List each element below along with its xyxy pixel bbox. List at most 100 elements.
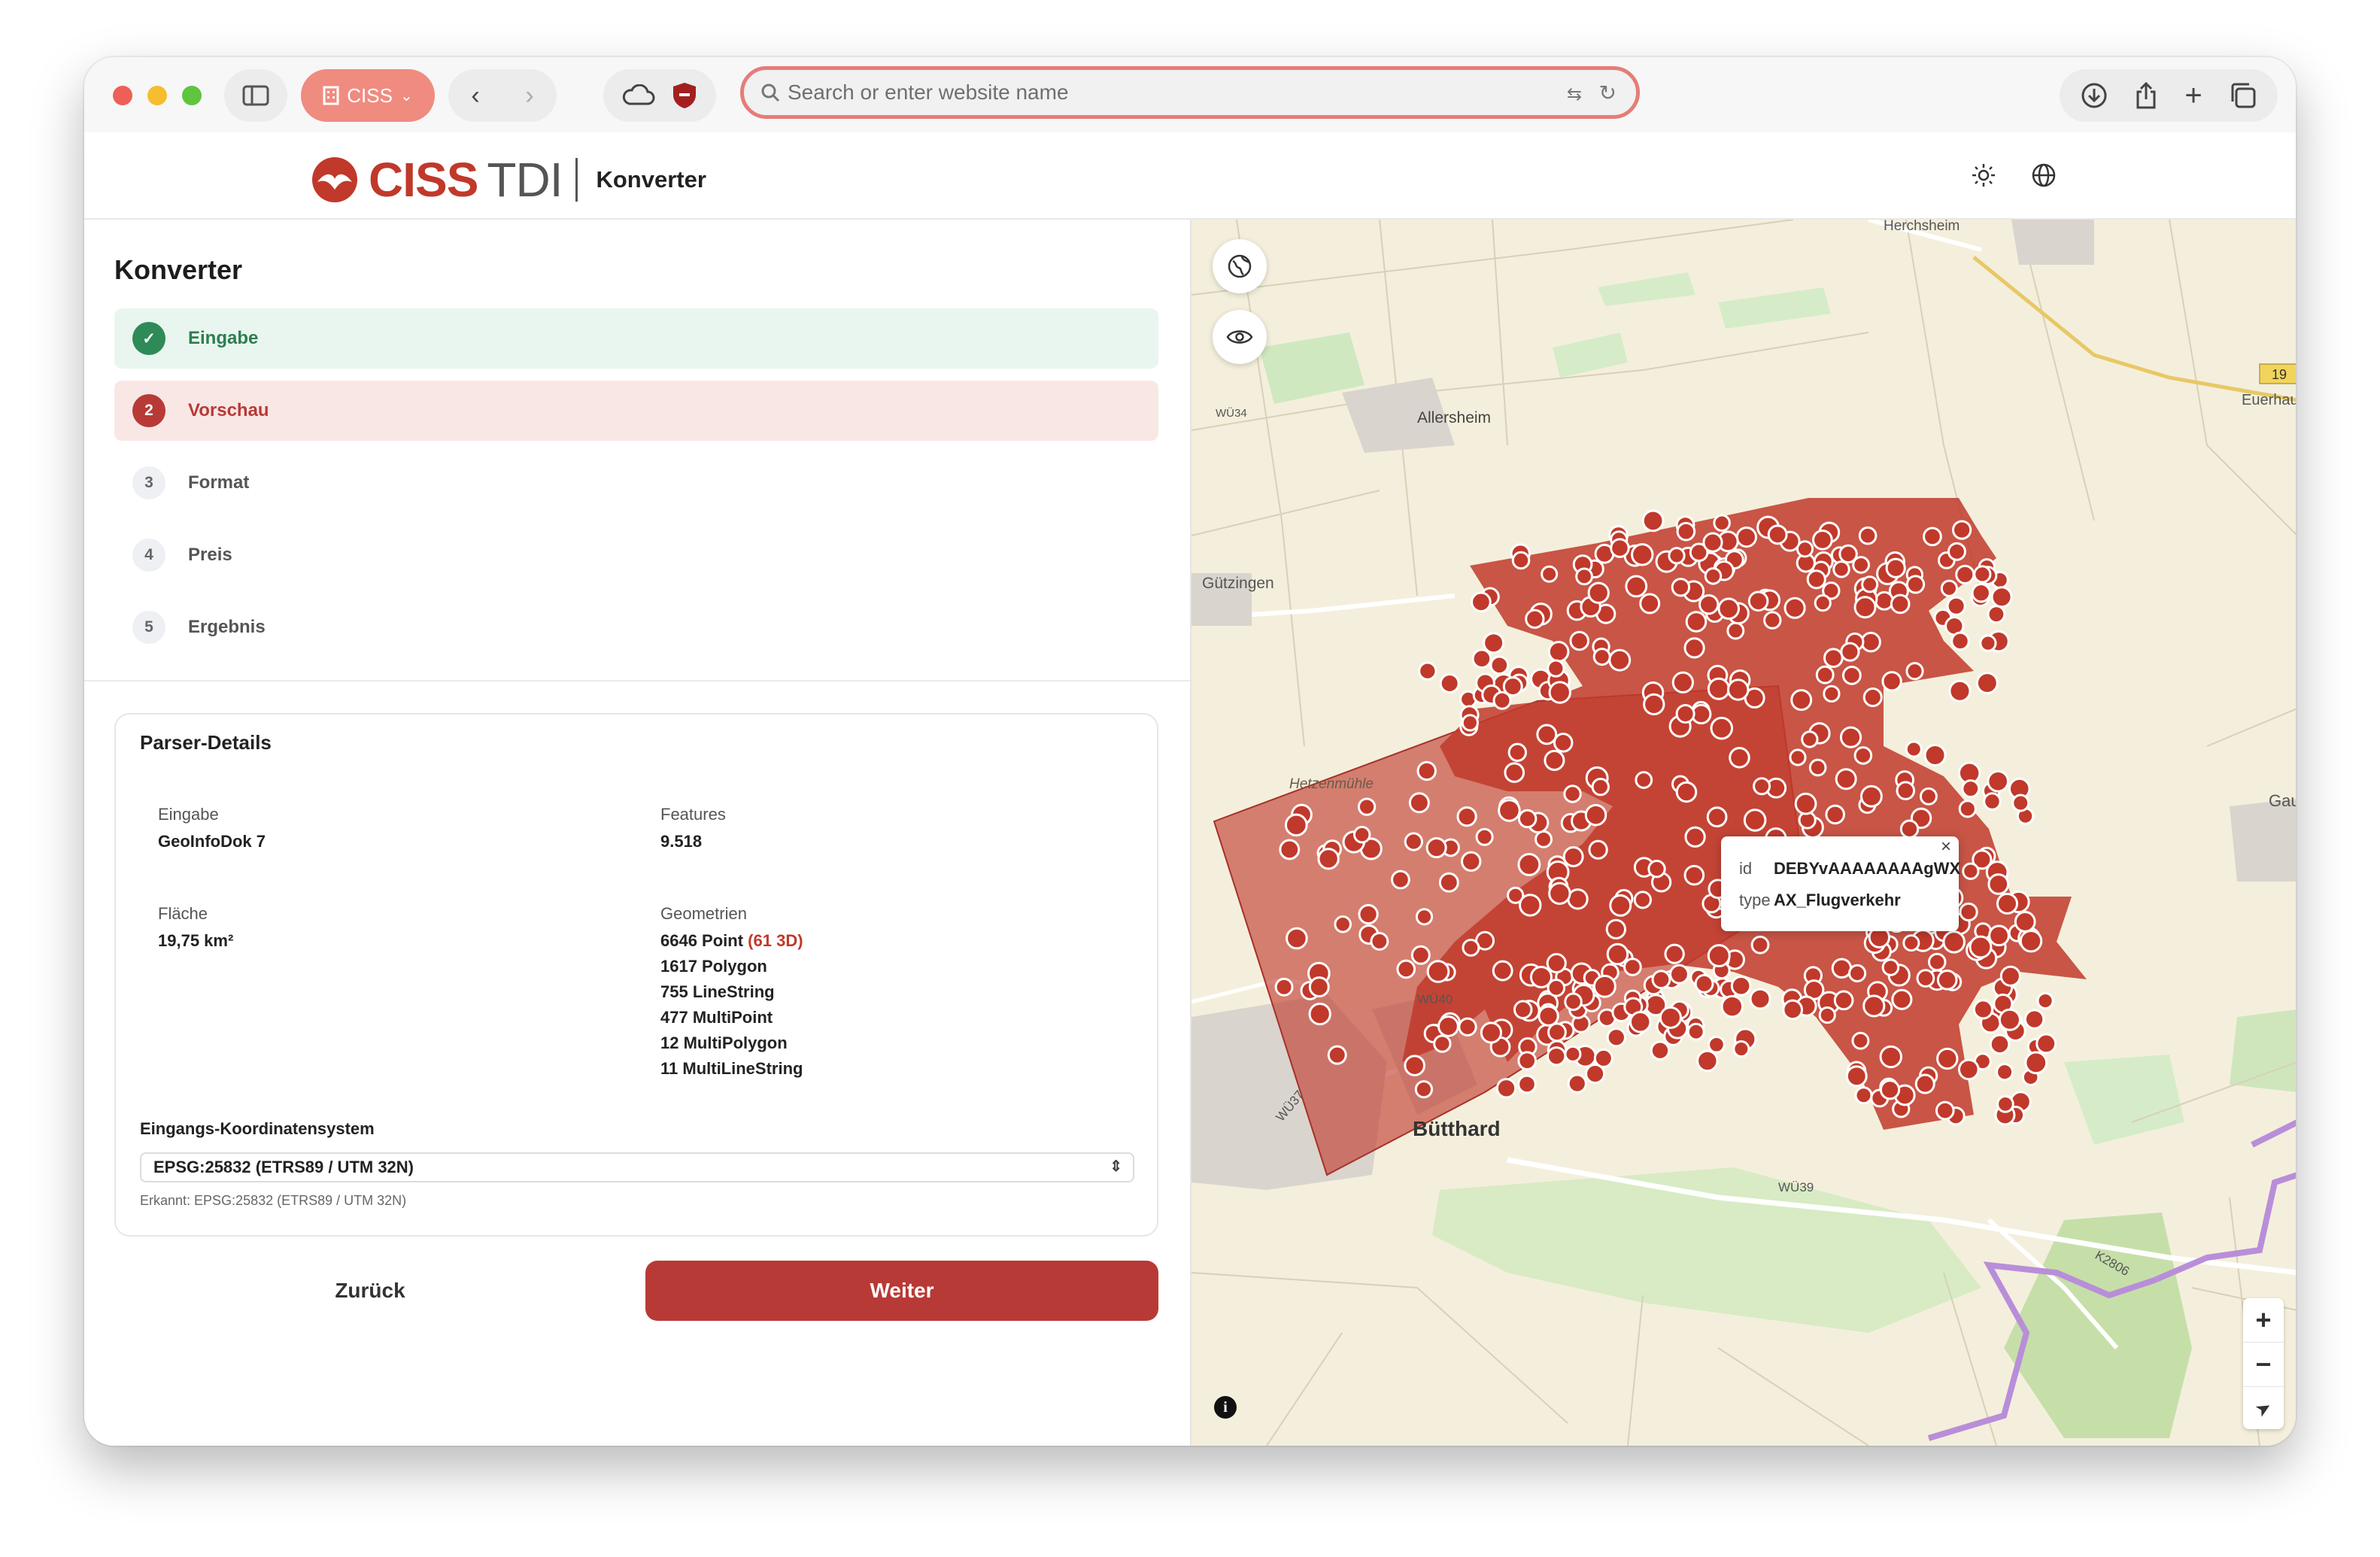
- feature-point: [1973, 565, 1992, 584]
- map-canvas[interactable]: Herchsheim Allersheim Gützingen Hetzenmü…: [1192, 220, 2296, 1446]
- forward-icon[interactable]: ›: [502, 81, 557, 111]
- maximize-window-button[interactable]: [182, 86, 202, 105]
- feature-point: [1955, 564, 1975, 584]
- popup-close-icon[interactable]: ×: [1941, 836, 1951, 857]
- zoom-out-button[interactable]: −: [2243, 1343, 2284, 1387]
- download-icon[interactable]: [2081, 82, 2108, 109]
- share-icon[interactable]: [2135, 81, 2157, 110]
- feature-point: [1426, 960, 1450, 983]
- compass-reset-button[interactable]: ➤: [2243, 1387, 2284, 1431]
- address-bar[interactable]: Search or enter website name ⇆ ↻: [740, 66, 1640, 119]
- step-format[interactable]: 3 Format: [114, 453, 1158, 513]
- feature-point: [1948, 679, 1972, 703]
- feature-point: [1504, 762, 1525, 783]
- feature-point: [1668, 547, 1686, 565]
- geometry-item: 12 MultiPolygon: [660, 1033, 788, 1052]
- feature-point: [1914, 1073, 1935, 1094]
- geometry-item: 477 MultiPoint: [660, 1008, 773, 1027]
- input-format-value: GeoInfoDok 7: [158, 832, 266, 851]
- crs-label: Eingangs-Koordinatensystem: [140, 1119, 375, 1138]
- feature-point: [1879, 1079, 1901, 1100]
- back-icon[interactable]: ‹: [448, 81, 502, 111]
- shield-icon[interactable]: [672, 81, 697, 110]
- feature-point: [1418, 661, 1437, 681]
- translate-icon[interactable]: ⇆: [1567, 83, 1582, 105]
- tab-group-button[interactable]: CISS ⌄: [301, 69, 435, 122]
- address-input[interactable]: Search or enter website name: [788, 80, 1069, 105]
- feature-point: [1334, 915, 1352, 933]
- sidebar-toggle-button[interactable]: [224, 69, 287, 122]
- feature-point: [1564, 1045, 1582, 1063]
- step-number: 5: [132, 611, 165, 644]
- feature-point: [1708, 1035, 1726, 1054]
- reload-icon[interactable]: ↻: [1599, 80, 1617, 105]
- feature-point: [1767, 524, 1788, 545]
- new-tab-icon[interactable]: +: [2184, 79, 2202, 113]
- theme-toggle-icon[interactable]: [1971, 162, 1996, 188]
- info-icon[interactable]: i: [1214, 1396, 1237, 1419]
- browser-window: CISS ⌄ ‹ › Search or enter website name …: [84, 57, 2296, 1446]
- step-preis[interactable]: 4 Preis: [114, 525, 1158, 585]
- feature-point: [1404, 1055, 1425, 1076]
- feature-point: [1707, 944, 1731, 968]
- basemap-toggle-button[interactable]: [1213, 239, 1267, 293]
- feature-point: [1988, 924, 2010, 947]
- feature-point: [2036, 992, 2054, 1010]
- page-title: Konverter: [114, 254, 243, 285]
- feature-point: [1538, 1005, 1559, 1027]
- geometry-3d-count: (61 3D): [748, 931, 803, 950]
- zoom-in-button[interactable]: +: [2243, 1298, 2284, 1343]
- feature-point: [1610, 538, 1630, 558]
- feature-point: [2035, 1033, 2057, 1055]
- feature-point: [1720, 994, 1744, 1018]
- feature-point: [1732, 1040, 1750, 1058]
- cloud-icon[interactable]: [622, 84, 655, 107]
- step-eingabe[interactable]: ✓ Eingabe: [114, 308, 1158, 369]
- feature-point: [1669, 964, 1689, 985]
- back-button[interactable]: Zurück: [114, 1261, 626, 1321]
- map-view[interactable]: Herchsheim Allersheim Gützingen Hetzenmü…: [1190, 220, 2296, 1446]
- feature-point: [1647, 859, 1666, 879]
- step-ergebnis[interactable]: 5 Ergebnis: [114, 597, 1158, 657]
- feature-point: [1729, 747, 1750, 769]
- brand-logo[interactable]: CISS TDI Konverter: [310, 152, 706, 208]
- feature-point: [1606, 942, 1629, 966]
- feature-point: [1414, 1080, 1433, 1099]
- feature-point: [1975, 672, 1999, 695]
- feature-point: [1853, 746, 1873, 765]
- feature-point: [1641, 509, 1665, 533]
- crs-select[interactable]: EPSG:25832 (ETRS89 / UTM 32N) ⇕: [140, 1152, 1134, 1182]
- feature-point: [1592, 648, 1611, 666]
- feature-point: [1706, 806, 1728, 828]
- feature-point: [1352, 825, 1371, 844]
- step-vorschau[interactable]: 2 Vorschau: [114, 381, 1158, 441]
- feature-point: [1547, 1022, 1567, 1043]
- feature-point: [1958, 800, 1977, 818]
- geometries-list: 6646 Point (61 3D) 1617 Polygon 755 Line…: [660, 928, 803, 1082]
- feature-point: [1425, 837, 1447, 859]
- minimize-window-button[interactable]: [147, 86, 167, 105]
- close-window-button[interactable]: [113, 86, 132, 105]
- feature-point: [1940, 579, 1958, 597]
- feature-point: [1675, 703, 1695, 724]
- feature-point: [1439, 673, 1460, 694]
- feature-point: [1946, 596, 1966, 616]
- check-icon: ✓: [132, 322, 165, 355]
- tabs-overview-icon[interactable]: [2230, 82, 2257, 109]
- next-button[interactable]: Weiter: [645, 1261, 1158, 1321]
- visibility-toggle-button[interactable]: [1213, 310, 1267, 364]
- feature-point: [1684, 826, 1706, 848]
- feature-point: [2014, 911, 2036, 933]
- feature-point: [1808, 758, 1827, 777]
- feature-point: [1544, 749, 1565, 771]
- feature-point: [1832, 560, 1850, 578]
- language-globe-icon[interactable]: [2031, 162, 2057, 188]
- feature-point: [1999, 965, 2021, 987]
- feature-point: [1587, 581, 1610, 604]
- feature-point: [1905, 575, 1926, 594]
- eye-icon: [1226, 330, 1253, 344]
- feature-point: [1812, 530, 1833, 551]
- step-label: Format: [188, 472, 250, 493]
- parser-details-card: Parser-Details Eingabe GeoInfoDok 7 Feat…: [114, 713, 1158, 1237]
- feature-point: [1936, 969, 1958, 991]
